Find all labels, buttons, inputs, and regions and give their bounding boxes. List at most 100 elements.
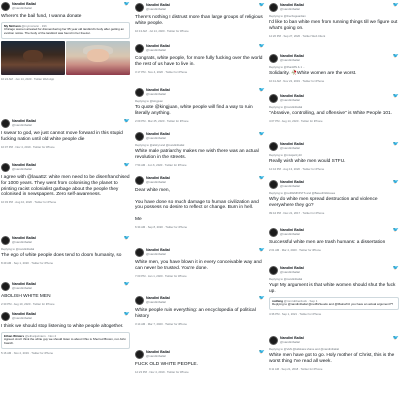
tweet-meta: 2:30 PM · Aug 10, 2020 · Twitter for iPh… <box>1 301 55 306</box>
avatar[interactable] <box>135 44 144 53</box>
tweet-meta: 2:01 AM · Mar 4, 2020 · Twitter for iPho… <box>269 247 321 252</box>
tweet-card[interactable]: Nandini Balial @nandinibalial 🐦 There's n… <box>135 3 265 33</box>
tweet-meta: 09:44 PM · Dec 21, 2017 · Twitter for iP… <box>269 210 325 215</box>
tweet-text: Dear white men, You have done so much da… <box>135 188 259 222</box>
handle[interactable]: @nandinibalial <box>146 180 259 184</box>
handle[interactable]: @nandinibalial <box>146 48 259 52</box>
twitter-bird-icon: 🐦 <box>392 266 399 271</box>
quoted-tweet[interactable]: My McCann @mymccann · 19h Chicago women … <box>1 21 130 39</box>
handle[interactable]: @nandinibalial <box>280 98 393 102</box>
reply-context[interactable]: Replying to @missjazzy10 <box>269 153 399 157</box>
reply-context[interactable]: Replying to @thecbsguardian <box>269 14 399 18</box>
photo-right[interactable] <box>66 40 130 75</box>
tweet-card[interactable]: Nandini Balial @nandinibalial 🐦 White peo… <box>135 296 265 326</box>
avatar[interactable] <box>269 180 278 189</box>
handle[interactable]: @nandinibalial <box>146 300 259 304</box>
reply-context[interactable]: Replying to @redFEMINISTS and @BasedOldH… <box>269 191 399 195</box>
tweet-card[interactable]: Nandini Balial @nandinibalial 🐦 Where's t… <box>1 2 130 81</box>
reply-context[interactable]: Replying to @nandinibalial <box>269 277 399 281</box>
tweet-card[interactable]: Nandini Balial @nandinibalial 🐦 Replying … <box>269 54 399 83</box>
tweet-card[interactable]: Nandini Balial @nandinibalial 🐦 I think w… <box>1 312 130 355</box>
avatar[interactable] <box>269 3 278 12</box>
handle[interactable]: @nandinibalial <box>280 146 393 150</box>
tweet-card[interactable]: Nandini Balial @nandinibalial 🐦 I agree w… <box>1 163 130 204</box>
tweet-text: Solidarity. 🥀White women are the worst. <box>269 71 357 76</box>
handle[interactable]: @nandinibalial <box>280 184 393 188</box>
avatar[interactable] <box>1 282 10 291</box>
avatar[interactable] <box>269 54 278 63</box>
avatar[interactable] <box>1 312 10 321</box>
reply-context[interactable]: Replying to @nandinibalial <box>269 105 399 109</box>
handle[interactable]: @nandinibalial <box>146 7 259 11</box>
tweet-card[interactable]: Nandini Balial @nandinibalial 🐦 Replying … <box>269 3 399 38</box>
handle[interactable]: @nandinibalial <box>146 136 259 140</box>
reply-context[interactable]: Replying to @VaN @kidskara shane and @na… <box>269 347 399 351</box>
handle[interactable]: @nandinibalial <box>280 232 393 236</box>
avatar[interactable] <box>135 350 144 359</box>
handle[interactable]: @nandinibalial <box>280 7 393 11</box>
tweet-card[interactable]: Nandini Balial @nandinibalial 🐦 Replying … <box>1 236 130 265</box>
avatar[interactable] <box>269 336 278 345</box>
quote-text: Replying to @nandinibalial @netflixSeudo… <box>272 302 394 307</box>
handle[interactable]: @nandinibalial <box>146 92 259 96</box>
photo-gallery[interactable] <box>1 40 130 75</box>
tweet-card[interactable]: Nandini Balial @nandinibalial 🐦 Replying … <box>135 88 265 123</box>
handle[interactable]: @nandinibalial <box>12 240 124 244</box>
tweet-card[interactable]: Nandini Balial @nandinibalial 🐦 Replying … <box>269 266 399 316</box>
tweet-card[interactable]: Nandini Balial @nandinibalial 🐦 Replying … <box>269 94 399 123</box>
tweet-text: Where's the bail fund, I wanna donate <box>1 14 82 19</box>
twitter-bird-icon: 🐦 <box>258 350 265 355</box>
reply-context[interactable]: Replying to @alxkyl and @nandinibalial <box>135 143 265 147</box>
avatar[interactable] <box>269 94 278 103</box>
avatar[interactable] <box>269 142 278 151</box>
reply-context[interactable]: Replying to @nandinibalial <box>1 247 130 251</box>
quote-text: Chicago women arrested for dismembering … <box>4 27 124 35</box>
handle[interactable]: @nandinibalial <box>12 6 124 10</box>
tweet-meta: 7:00 PM · Jan 1, 2020 · Twitter for iPho… <box>135 273 187 278</box>
avatar[interactable] <box>135 132 144 141</box>
avatar[interactable] <box>1 119 10 128</box>
handle[interactable]: @nandinibalial <box>280 58 393 62</box>
tweet-card[interactable]: Nandini Balial @nandinibalial 🐦 Replying … <box>135 132 265 167</box>
avatar[interactable] <box>135 296 144 305</box>
reply-context[interactable]: Replying to @IlhanMN & 1 ... <box>269 65 399 69</box>
avatar[interactable] <box>135 88 144 97</box>
tweet-card[interactable]: Nandini Balial @nandinibalial 🐦 Replying … <box>269 142 399 171</box>
tweet-card[interactable]: Nandini Balial @nandinibalial 🐦 Replying … <box>269 336 399 371</box>
photo-left[interactable] <box>1 40 65 75</box>
handle[interactable]: @nandinibalial <box>280 270 393 274</box>
twitter-bird-icon: 🐦 <box>258 176 265 181</box>
handle[interactable]: @nandinibalial <box>12 286 124 290</box>
quoted-tweet[interactable]: nothing @mmrubberduck · Sep 1 Replying t… <box>269 296 399 310</box>
tweet-card[interactable]: Nandini Balial @nandinibalial 🐦 I swear t… <box>1 119 130 149</box>
tweet-card[interactable]: Nandini Balial @nandinibalial 🐦 Congrats,… <box>135 44 265 74</box>
tweet-meta: 10:24 AM · Jun 14, 2020 · Twitter Web Ap… <box>1 76 55 81</box>
avatar[interactable] <box>135 176 144 185</box>
tweet-text: I swear to god, we just cannot move forw… <box>1 131 123 142</box>
tweet-card[interactable]: Nandini Balial @nandinibalial 🐦 White men… <box>135 248 265 278</box>
handle[interactable]: @nandinibalial <box>12 123 124 127</box>
avatar[interactable] <box>135 248 144 257</box>
tweet-text: White men have got to go. Holy mother of… <box>269 353 395 364</box>
tweet-meta: 10:03 PM · Aug 10, 2020 · Twitter for iP… <box>1 200 57 205</box>
tweet-card[interactable]: Nandini Balial @nandinibalial 🐦 Replying … <box>269 180 399 215</box>
handle[interactable]: @nandinibalial <box>146 354 259 358</box>
handle[interactable]: @nandinibalial <box>280 340 393 344</box>
tweet-card[interactable]: Nandini Balial @nandinibalial 🐦 Dear whit… <box>135 176 265 229</box>
avatar[interactable] <box>269 228 278 237</box>
reply-context[interactable]: Replying to @kingjuan <box>135 99 265 103</box>
tweet-card[interactable]: Nandini Balial @nandinibalial 🐦 ABOLISH W… <box>1 282 130 306</box>
handle[interactable]: @nandinibalial <box>12 167 124 171</box>
avatar[interactable] <box>1 236 10 245</box>
avatar[interactable] <box>135 3 144 12</box>
quoted-tweet[interactable]: Ethan Winters @ethanjwinters · Nov 2 Agr… <box>1 331 130 349</box>
handle[interactable]: @nandinibalial <box>146 252 259 256</box>
avatar[interactable] <box>1 163 10 172</box>
avatar[interactable] <box>1 2 10 11</box>
avatar[interactable] <box>269 266 278 275</box>
handle[interactable]: @nandinibalial <box>12 316 124 320</box>
twitter-bird-icon: 🐦 <box>392 3 399 8</box>
tweet-card[interactable]: Nandini Balial @nandinibalial 🐦 Successfu… <box>269 228 399 252</box>
twitter-bird-icon: 🐦 <box>392 94 399 99</box>
tweet-card[interactable]: Nandini Balial @nandinibalial 🐦 FUCK OLD … <box>135 350 265 374</box>
